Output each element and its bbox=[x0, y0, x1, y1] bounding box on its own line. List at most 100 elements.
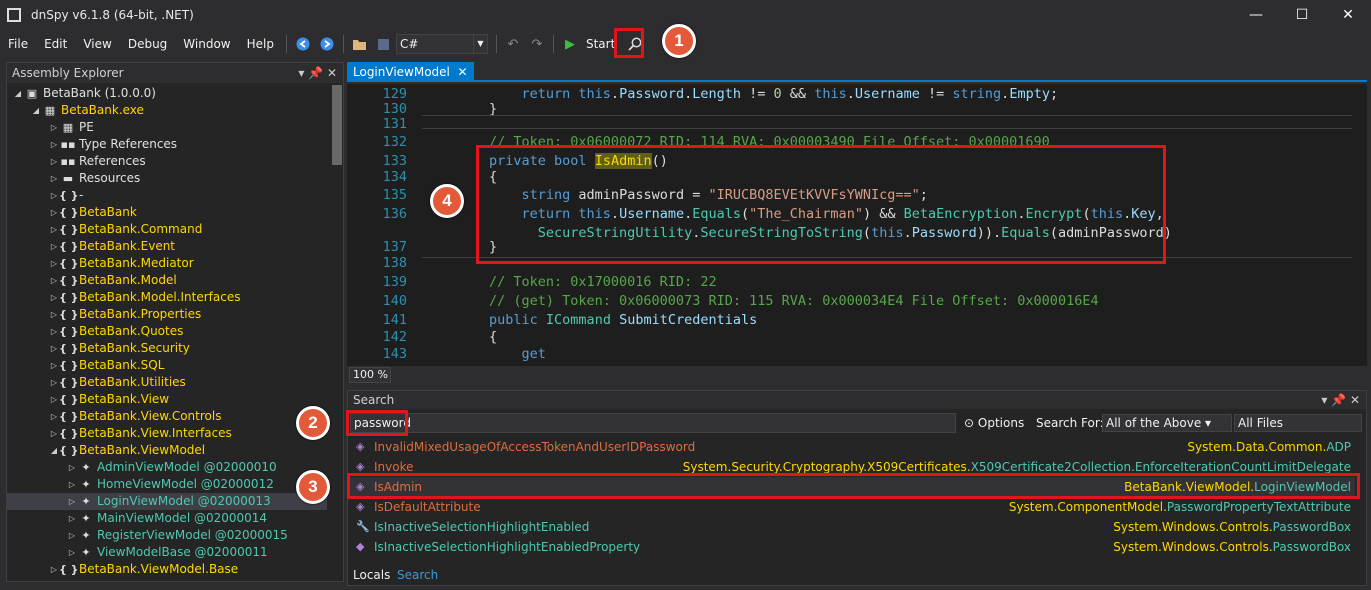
expand-toggle-icon[interactable]: ▷ bbox=[49, 340, 59, 357]
tree-item[interactable]: ▷{ } BetaBank.Properties bbox=[7, 306, 327, 323]
close-button[interactable]: ✕ bbox=[1325, 0, 1371, 30]
tree-item[interactable]: ▷ ▪▪ Type References bbox=[7, 136, 327, 153]
search-for-select[interactable]: All of the Above ▾ bbox=[1102, 414, 1232, 432]
minimize-button[interactable]: — bbox=[1233, 0, 1279, 30]
expand-toggle-icon[interactable]: ▷ bbox=[49, 221, 59, 238]
expand-toggle-icon[interactable]: ◢ bbox=[31, 102, 41, 119]
code-line[interactable]: get bbox=[489, 346, 546, 362]
expand-toggle-icon[interactable]: ▷ bbox=[49, 425, 59, 442]
expand-toggle-icon[interactable]: ▷ bbox=[49, 357, 59, 374]
tree-item[interactable]: ◢{ } BetaBank.ViewModel bbox=[7, 442, 327, 459]
tree-item[interactable]: ▷ ✦ HomeViewModel @02000012 bbox=[7, 476, 327, 493]
save-all-icon[interactable] bbox=[374, 34, 394, 54]
expand-toggle-icon[interactable]: ▷ bbox=[49, 204, 59, 221]
tree-item[interactable]: ◢ ▦ BetaBank.exe bbox=[7, 102, 327, 119]
step-badge-3: 3 bbox=[296, 470, 330, 504]
tree-item[interactable]: ▷ ✦ AdminViewModel @02000010 bbox=[7, 459, 327, 476]
tree-item[interactable]: ▷ ✦ LoginViewModel @02000013 bbox=[7, 493, 327, 510]
tree-item[interactable]: ▷ ▦ PE bbox=[7, 119, 327, 136]
scope-select[interactable]: All Files bbox=[1234, 414, 1362, 432]
expand-toggle-icon[interactable]: ▷ bbox=[49, 255, 59, 272]
code-line[interactable]: // (get) Token: 0x06000073 RID: 115 RVA:… bbox=[489, 293, 1099, 309]
tree-item[interactable]: ▷{ } BetaBank.SQL bbox=[7, 357, 327, 374]
expand-toggle-icon[interactable]: ▷ bbox=[49, 306, 59, 323]
tree-item[interactable]: ▷{ } BetaBank.Model.Interfaces bbox=[7, 289, 327, 306]
expand-toggle-icon[interactable]: ◢ bbox=[49, 442, 59, 459]
tab-loginviewmodel[interactable]: LoginViewModel ✕ bbox=[347, 62, 474, 82]
panel-controls[interactable]: ▾ 📌 ✕ bbox=[1321, 391, 1360, 409]
tree-item[interactable]: ▷ ▬ Resources bbox=[7, 170, 327, 187]
expand-toggle-icon[interactable]: ▷ bbox=[49, 136, 59, 153]
tree-item[interactable]: ◢ ▣ BetaBank (1.0.0.0) bbox=[7, 85, 327, 102]
start-play-icon[interactable]: ▶ bbox=[560, 34, 580, 54]
tree-item[interactable]: ▷{ } - bbox=[7, 187, 327, 204]
menu-edit[interactable]: Edit bbox=[36, 37, 75, 51]
expand-toggle-icon[interactable]: ▷ bbox=[49, 374, 59, 391]
code-line[interactable]: { bbox=[489, 329, 497, 345]
expand-toggle-icon[interactable]: ▷ bbox=[49, 391, 59, 408]
tree-item[interactable]: ▷{ } BetaBank.Utilities bbox=[7, 374, 327, 391]
tab-search[interactable]: Search bbox=[392, 565, 443, 585]
expand-toggle-icon[interactable]: ▷ bbox=[67, 510, 77, 527]
menu-file[interactable]: File bbox=[0, 37, 36, 51]
search-result-row[interactable]: 🔧 IsInactiveSelectionHighlightEnabled Syst… bbox=[350, 517, 1355, 537]
expand-toggle-icon[interactable]: ▷ bbox=[67, 527, 77, 544]
expand-toggle-icon[interactable]: ▷ bbox=[49, 238, 59, 255]
tab-locals[interactable]: Locals bbox=[348, 565, 395, 585]
search-input[interactable]: password bbox=[350, 413, 956, 433]
tree-item[interactable]: ▷{ } BetaBank.Event bbox=[7, 238, 327, 255]
expand-toggle-icon[interactable]: ▷ bbox=[49, 170, 59, 187]
expand-toggle-icon[interactable]: ▷ bbox=[49, 119, 59, 136]
back-icon[interactable] bbox=[293, 34, 313, 54]
tree-item-label: BetaBank.SQL bbox=[79, 358, 165, 372]
close-icon[interactable]: ✕ bbox=[458, 65, 468, 79]
open-folder-icon[interactable] bbox=[350, 34, 370, 54]
tree-item[interactable]: ▷{ } BetaBank.View bbox=[7, 391, 327, 408]
menu-window[interactable]: Window bbox=[175, 37, 238, 51]
expand-toggle-icon[interactable]: ▷ bbox=[67, 493, 77, 510]
panel-controls[interactable]: ▾ 📌 ✕ bbox=[298, 63, 337, 83]
code-line[interactable]: return this.Password.Length != 0 && this… bbox=[489, 86, 1059, 102]
tree-item[interactable]: ▷{ } BetaBank.Command bbox=[7, 221, 327, 238]
forward-icon[interactable] bbox=[317, 34, 337, 54]
expand-toggle-icon[interactable]: ▷ bbox=[49, 187, 59, 204]
redo-icon[interactable]: ↷ bbox=[527, 34, 547, 54]
search-result-row[interactable]: ◆ IsInactiveSelectionHighlightEnabledProp… bbox=[350, 537, 1355, 557]
tree-item[interactable]: ▷ ▪▪ References bbox=[7, 153, 327, 170]
maximize-button[interactable]: ☐ bbox=[1279, 0, 1325, 30]
tree-item[interactable]: ▷{ } BetaBank.ViewModel.Base bbox=[7, 561, 327, 578]
tree-item[interactable]: ▷ ✦ ViewModelBase @02000011 bbox=[7, 544, 327, 561]
zoom-select[interactable]: 100 % bbox=[349, 367, 391, 383]
expand-toggle-icon[interactable]: ▷ bbox=[67, 476, 77, 493]
menu-view[interactable]: View bbox=[75, 37, 119, 51]
expand-toggle-icon[interactable]: ▷ bbox=[49, 272, 59, 289]
tree-item[interactable]: ▷{ } BetaBank.Quotes bbox=[7, 323, 327, 340]
expand-toggle-icon[interactable]: ▷ bbox=[49, 153, 59, 170]
expand-toggle-icon[interactable]: ◢ bbox=[13, 85, 23, 102]
tree-item[interactable]: ▷ ✦ MainViewModel @02000014 bbox=[7, 510, 327, 527]
tree-item[interactable]: ▷{ } BetaBank.Model bbox=[7, 272, 327, 289]
undo-icon[interactable]: ↶ bbox=[503, 34, 523, 54]
tree-item[interactable]: ▷{ } BetaBank.View.Controls bbox=[7, 408, 327, 425]
options-toggle[interactable]: ⊙ Options bbox=[964, 413, 1024, 433]
language-select[interactable]: C# ▼ bbox=[395, 34, 488, 54]
expand-toggle-icon[interactable]: ▷ bbox=[49, 561, 59, 578]
tree-item[interactable]: ▷{ } BetaBank.View.Interfaces bbox=[7, 425, 327, 442]
menu-debug[interactable]: Debug bbox=[120, 37, 175, 51]
expand-toggle-icon[interactable]: ▷ bbox=[67, 459, 77, 476]
menu-help[interactable]: Help bbox=[239, 37, 282, 51]
expand-toggle-icon[interactable]: ▷ bbox=[49, 289, 59, 306]
tree-item[interactable]: ▷{ } BetaBank bbox=[7, 204, 327, 221]
expand-toggle-icon[interactable]: ▷ bbox=[49, 408, 59, 425]
search-result-row[interactable]: ◈ InvalidMixedUsageOfAccessTokenAndUserID… bbox=[350, 437, 1355, 457]
expand-toggle-icon[interactable]: ▷ bbox=[67, 544, 77, 561]
tree-item[interactable]: ▷{ } BetaBank.Security bbox=[7, 340, 327, 357]
code-line[interactable]: public ICommand SubmitCredentials bbox=[489, 312, 757, 328]
scrollbar[interactable] bbox=[332, 85, 342, 165]
tree-item[interactable]: ▷{ } BetaBank.Mediator bbox=[7, 255, 327, 272]
expand-toggle-icon[interactable]: ▷ bbox=[49, 323, 59, 340]
step-badge-2: 2 bbox=[296, 406, 330, 440]
search-result-row[interactable]: ◈ IsDefaultAttribute System.ComponentModel… bbox=[350, 497, 1355, 517]
code-line[interactable]: // Token: 0x17000016 RID: 22 bbox=[489, 274, 717, 290]
tree-item[interactable]: ▷ ✦ RegisterViewModel @02000015 bbox=[7, 527, 327, 544]
